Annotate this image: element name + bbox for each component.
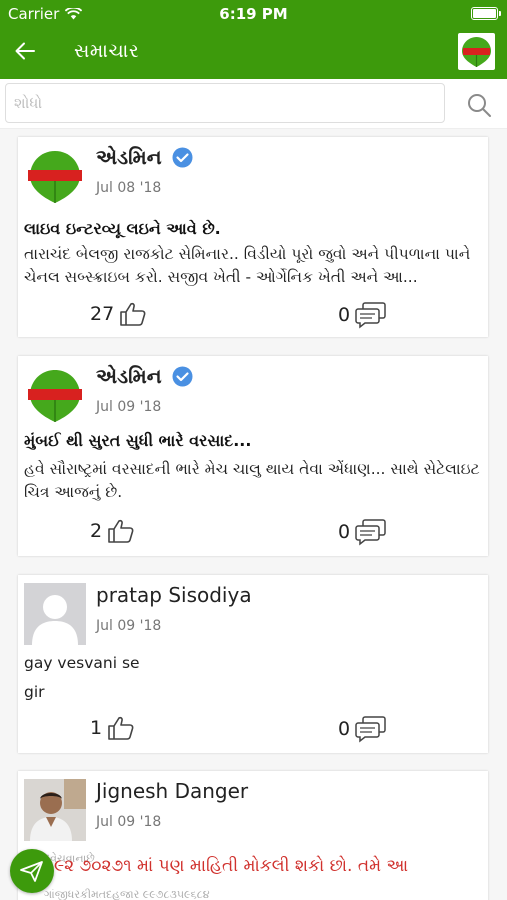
comment-icon <box>355 716 386 743</box>
app-header: Carrier 6:19 PM સમાચાર <box>0 0 507 79</box>
post-body[interactable]: gir <box>24 681 484 704</box>
search-icon[interactable] <box>466 92 492 118</box>
thumbs-up-icon <box>108 519 134 543</box>
post-title[interactable]: gay vesvani se <box>24 652 484 675</box>
post-date: Jul 09 '18 <box>96 814 162 830</box>
news-screen: Carrier 6:19 PM સમાચાર શોધો એડમિન Jul 08… <box>0 0 507 900</box>
status-time: 6:19 PM <box>219 5 288 23</box>
pipla-na-pane-logo <box>24 145 86 207</box>
pipla-na-pane-logo <box>24 364 86 426</box>
like-count: 27 <box>90 303 115 325</box>
author-label: Jignesh Danger <box>96 779 249 803</box>
post-title[interactable]: મુંબઈ થી સુરત સુધી ભારે વરસાદ... <box>24 431 251 451</box>
author-label: એડમિન <box>96 364 162 388</box>
post-date: Jul 09 '18 <box>96 399 162 415</box>
send-button[interactable] <box>10 849 54 893</box>
thumbs-up-icon <box>108 716 134 740</box>
page-title: સમાચાર <box>74 40 140 62</box>
comment-button[interactable]: 0 <box>338 518 387 546</box>
comment-count: 0 <box>338 521 351 543</box>
battery-icon <box>471 7 501 20</box>
comment-button[interactable]: 0 <box>338 715 387 743</box>
like-button[interactable]: 2 <box>90 518 135 544</box>
ticker-background-line: ગાંજીધરકીમતદહજાર ૯૯૭૮૩૫૯૬૮૪ <box>44 888 210 900</box>
search-input[interactable] <box>5 83 445 123</box>
author-name[interactable]: pratap Sisodiya <box>96 583 252 607</box>
news-feed[interactable]: એડમિન Jul 08 '18 લાઇવ ઇન્ટરવ્યૂ લઇને આવે… <box>0 129 507 900</box>
author-name[interactable]: એડમિન <box>96 364 193 388</box>
avatar <box>24 583 86 645</box>
post-body[interactable]: હવે સૌરાષ્ટ્રમાં વરસાદની ભારે મેચ ચાલુ થ… <box>24 458 484 504</box>
author-name[interactable]: Jignesh Danger <box>96 779 248 803</box>
back-arrow-icon[interactable] <box>12 38 38 64</box>
comment-count: 0 <box>338 304 351 326</box>
avatar <box>24 779 86 841</box>
status-bar: Carrier 6:19 PM <box>0 0 507 28</box>
post-date: Jul 09 '18 <box>96 618 162 634</box>
like-count: 1 <box>90 717 103 739</box>
author-label: pratap Sisodiya <box>96 583 252 607</box>
verified-badge-icon <box>172 147 193 167</box>
post-body[interactable]: તારાચંદ બેલજી રાજકોટ સેમિનાર.. વિડીયો પૂ… <box>24 243 484 289</box>
news-ticker: દવેચવાનાછે ગાંજીધરકીમતદહજાર ૯૯૭૮૩૫૯૬૮૪ ૯… <box>0 840 507 900</box>
comment-count: 0 <box>338 718 351 740</box>
author-label: એડમિન <box>96 145 162 169</box>
search-bar <box>0 79 507 129</box>
news-card[interactable]: એડમિન Jul 08 '18 લાઇવ ઇન્ટરવ્યૂ લઇને આવે… <box>18 137 488 337</box>
pipla-na-pane-logo <box>458 33 495 70</box>
thumbs-up-icon <box>120 302 146 326</box>
comment-button[interactable]: 0 <box>338 301 387 329</box>
comment-icon <box>355 302 386 329</box>
send-icon <box>20 861 43 882</box>
verified-badge-icon <box>172 366 193 386</box>
like-button[interactable]: 1 <box>90 715 135 741</box>
news-card[interactable]: pratap Sisodiya Jul 09 '18 gay vesvani s… <box>18 575 488 753</box>
comment-icon <box>355 519 386 546</box>
ticker-text: ૯૨ ૭૦૨૭૧ માં પણ માહિતી મોકલી શકો છો. તમે… <box>54 856 409 876</box>
author-name[interactable]: એડમિન <box>96 145 193 169</box>
news-card[interactable]: એડમિન Jul 09 '18 મુંબઈ થી સુરત સુધી ભારે… <box>18 356 488 556</box>
post-date: Jul 08 '18 <box>96 180 162 196</box>
like-count: 2 <box>90 520 103 542</box>
post-title[interactable]: લાઇવ ઇન્ટરવ્યૂ લઇને આવે છે. <box>24 219 221 239</box>
like-button[interactable]: 27 <box>90 301 147 327</box>
